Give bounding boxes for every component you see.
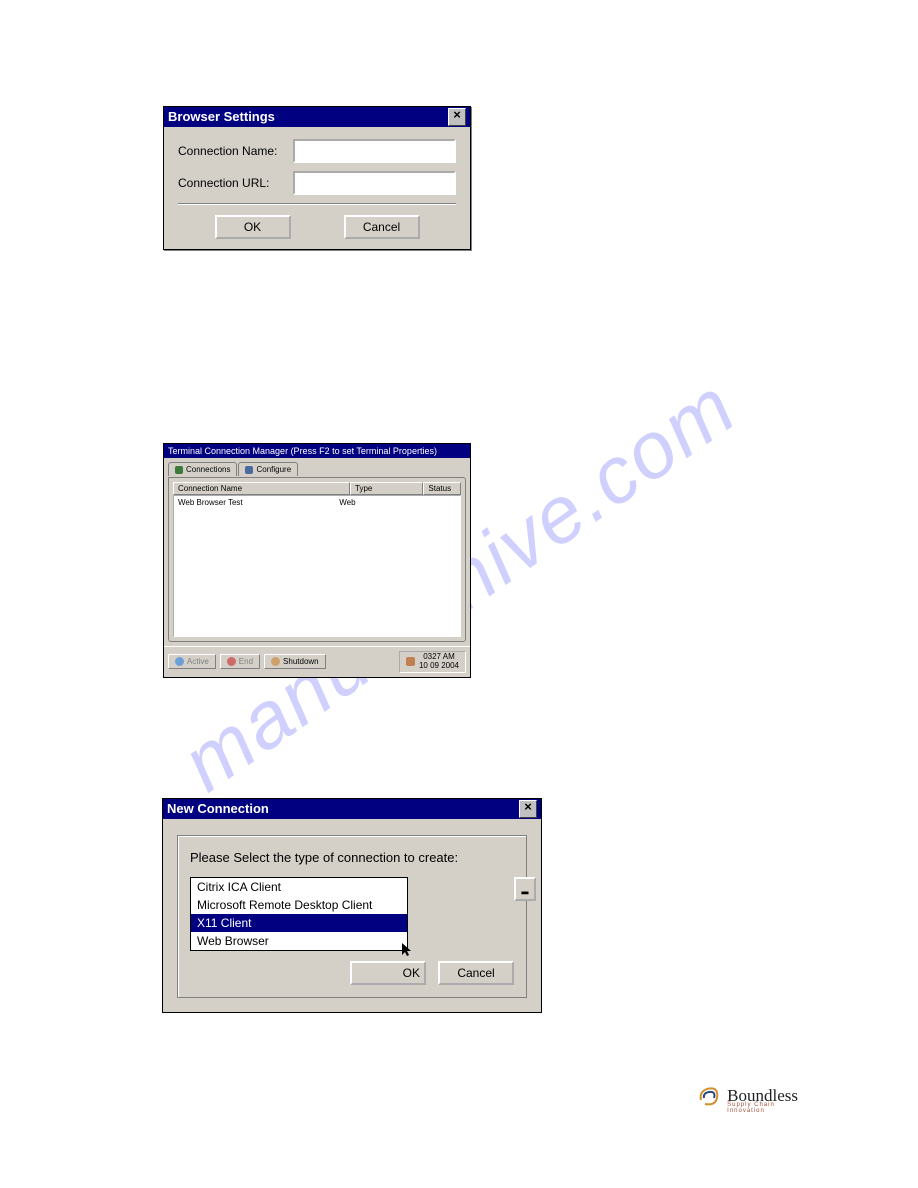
chevron-down-icon[interactable]: ▂ [514, 877, 536, 901]
option-ms-rdp[interactable]: Microsoft Remote Desktop Client [191, 896, 407, 914]
stop-icon [227, 657, 236, 666]
list-header: Connection Name Type Status [173, 482, 461, 495]
active-button[interactable]: Active [168, 654, 216, 669]
col-type[interactable]: Type [350, 482, 423, 495]
shutdown-label: Shutdown [283, 657, 319, 666]
connection-name-label: Connection Name: [178, 144, 293, 158]
list-item[interactable]: Web Browser Test Web [174, 496, 460, 509]
shutdown-button[interactable]: Shutdown [264, 654, 326, 669]
dialog-title: New Connection [167, 799, 269, 819]
footer-toolbar: Active End Shutdown 0327 AM 10 09 2004 [164, 646, 470, 677]
power-icon [271, 657, 280, 666]
cancel-button[interactable]: Cancel [438, 961, 514, 985]
option-citrix[interactable]: Citrix ICA Client [191, 878, 407, 896]
connection-list[interactable]: Web Browser Test Web [173, 495, 461, 637]
dialog-titlebar: Browser Settings × [164, 107, 470, 127]
close-icon[interactable]: × [448, 108, 466, 126]
terminal-connection-manager-window: Terminal Connection Manager (Press F2 to… [163, 443, 471, 678]
browser-settings-dialog: Browser Settings × Connection Name: Conn… [163, 106, 471, 250]
ok-button[interactable]: OK [215, 215, 291, 239]
window-title: Terminal Connection Manager (Press F2 to… [164, 444, 470, 458]
connection-url-input[interactable] [293, 171, 456, 195]
prompt-text: Please Select the type of connection to … [190, 850, 514, 865]
connection-name-input[interactable] [293, 139, 456, 163]
row-type: Web [339, 498, 400, 507]
col-status[interactable]: Status [423, 482, 461, 495]
swirl-icon [697, 1084, 721, 1108]
close-icon[interactable]: × [519, 800, 537, 818]
active-label: Active [187, 657, 209, 666]
row-status [400, 498, 456, 507]
new-connection-dialog: New Connection × Please Select the type … [162, 798, 542, 1013]
brand-tagline: Supply Chain Innovation [727, 1102, 798, 1114]
cancel-button[interactable]: Cancel [344, 215, 420, 239]
col-connection-name[interactable]: Connection Name [173, 482, 350, 495]
dialog-titlebar: New Connection × [163, 799, 541, 819]
clock-date: 10 09 2004 [419, 662, 459, 671]
option-x11[interactable]: X11 Client [191, 914, 407, 932]
connection-type-dropdown[interactable]: ▂ Citrix ICA Client Microsoft Remote Des… [190, 877, 408, 951]
connection-url-label: Connection URL: [178, 176, 293, 190]
tab-configure[interactable]: Configure [238, 462, 298, 476]
tab-configure-label: Configure [256, 465, 291, 474]
clock-panel: 0327 AM 10 09 2004 [399, 651, 466, 673]
globe-icon [175, 657, 184, 666]
cursor-icon [402, 943, 414, 959]
ok-button[interactable]: OK [350, 961, 426, 985]
tab-connections[interactable]: Connections [168, 462, 237, 476]
clock-icon [406, 657, 415, 666]
end-button[interactable]: End [220, 654, 260, 669]
option-web-browser[interactable]: Web Browser [191, 932, 407, 950]
end-label: End [239, 657, 253, 666]
dropdown-list[interactable]: Citrix ICA Client Microsoft Remote Deskt… [190, 877, 408, 951]
row-name: Web Browser Test [178, 498, 339, 507]
brand-logo: Boundless Supply Chain Innovation [697, 1084, 798, 1108]
dialog-title: Browser Settings [168, 107, 275, 127]
tab-connections-label: Connections [186, 465, 230, 474]
